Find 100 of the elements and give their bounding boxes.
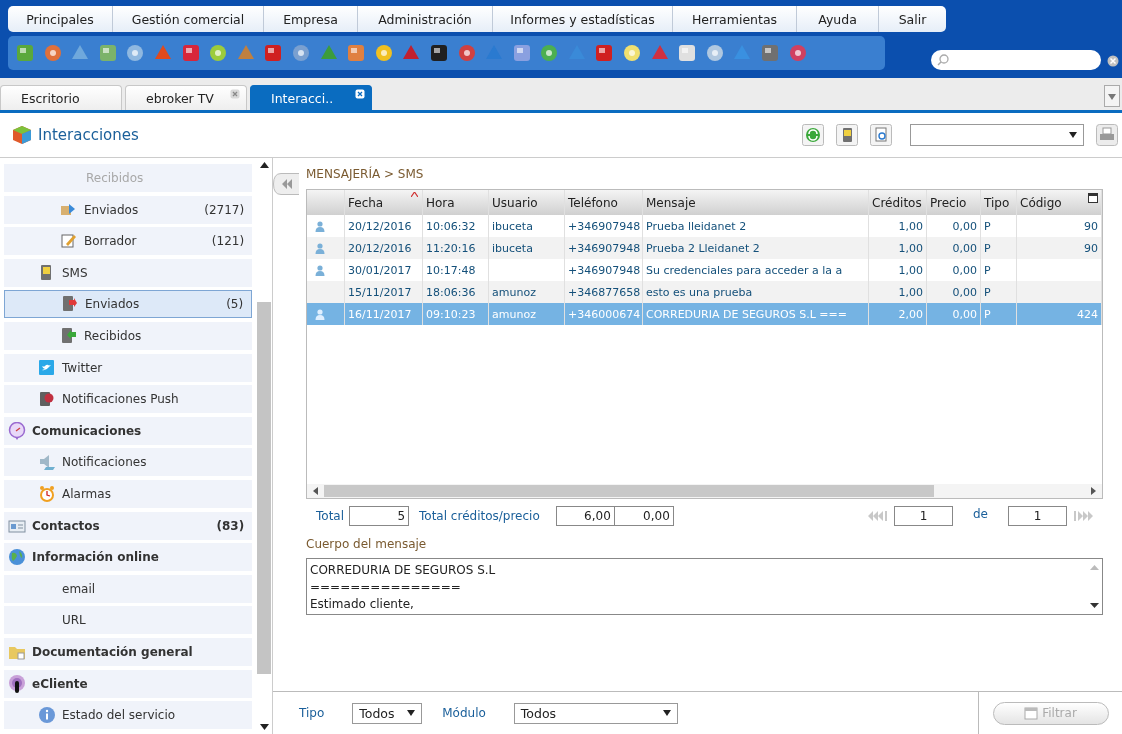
column-header[interactable]: Código bbox=[1017, 190, 1102, 215]
sidebar-item[interactable]: eCliente bbox=[4, 669, 253, 698]
table-cell: 09:10:23 bbox=[426, 307, 476, 321]
field-label: Cuerpo del mensaje bbox=[306, 537, 428, 551]
pencil-note-icon bbox=[60, 232, 78, 251]
scroll-thumb[interactable] bbox=[324, 485, 934, 497]
item-count: (2717) bbox=[204, 202, 245, 217]
refresh-button[interactable] bbox=[802, 124, 824, 146]
type-label: Tipo bbox=[299, 706, 325, 720]
last-page-icon[interactable] bbox=[1073, 511, 1093, 521]
page-field[interactable]: 1 bbox=[894, 506, 953, 526]
item-count: (121) bbox=[211, 234, 245, 249]
print-button[interactable] bbox=[1096, 124, 1118, 146]
table-cell: ibuceta bbox=[492, 219, 533, 233]
table-row[interactable]: 20/12/2016 11:20:16 ibuceta +346907948 Prueba 2 Lleidanet 2 1,00 0,00 P 90 bbox=[307, 237, 1102, 259]
close-icon[interactable] bbox=[230, 89, 240, 99]
close-icon[interactable] bbox=[355, 89, 365, 99]
table-cell: 2,00 bbox=[898, 307, 923, 321]
table-cell: P bbox=[984, 263, 991, 277]
caret-icon bbox=[662, 710, 671, 716]
menu-item[interactable]: Herramientas bbox=[673, 6, 797, 32]
table-cell: 0,00 bbox=[952, 263, 977, 277]
column-header[interactable]: Hora bbox=[423, 190, 489, 215]
type-dropdown[interactable]: Todos bbox=[352, 702, 423, 724]
clear-icon[interactable] bbox=[1107, 55, 1119, 67]
collapse-button[interactable] bbox=[273, 173, 299, 195]
menu-item[interactable]: Administración bbox=[358, 6, 493, 32]
menu-item[interactable]: Informes y estadísticas bbox=[493, 6, 673, 32]
search-field[interactable] bbox=[931, 50, 1101, 70]
sidebar-item[interactable]: Notificaciones bbox=[4, 448, 253, 477]
globe-icon bbox=[8, 548, 26, 567]
preview-button[interactable] bbox=[870, 124, 892, 146]
first-page-icon[interactable] bbox=[868, 511, 888, 521]
phone-arrow-icon bbox=[61, 295, 79, 314]
table-cell: 90 bbox=[1084, 219, 1098, 233]
table-cell: P bbox=[984, 285, 991, 299]
table-cell: +346907948 bbox=[568, 263, 641, 277]
sidebar-item[interactable]: Enviados (5) bbox=[4, 290, 253, 319]
broadcast-icon bbox=[8, 674, 26, 693]
sidebar-item[interactable]: URL bbox=[4, 606, 253, 635]
sidebar-item[interactable]: Contactos (83) bbox=[4, 511, 253, 540]
column-header[interactable]: Mensaje bbox=[643, 190, 869, 215]
column-header[interactable]: Fecha bbox=[345, 190, 423, 215]
sidebar-item[interactable]: Documentación general bbox=[4, 637, 253, 666]
caret-icon bbox=[1069, 132, 1077, 138]
scroll-thumb[interactable] bbox=[257, 302, 272, 674]
column-header[interactable]: Usuario bbox=[489, 190, 565, 215]
phone-button[interactable] bbox=[836, 124, 858, 146]
table-cell: esto es una prueba bbox=[646, 285, 753, 299]
price-field[interactable]: 0,00 bbox=[614, 506, 674, 526]
table-cell: 1,00 bbox=[898, 241, 923, 255]
table-row[interactable]: 15/11/2017 18:06:36 amunoz +346877658 esto es una prueba 1,00 0,00 P bbox=[307, 281, 1102, 303]
scroll-right-icon[interactable] bbox=[1091, 487, 1096, 495]
sidebar-item[interactable]: Borrador (121) bbox=[4, 227, 253, 256]
phone-arrow-icon bbox=[60, 326, 78, 345]
scroll-down-icon[interactable] bbox=[1089, 603, 1099, 608]
total-field[interactable]: 5 bbox=[349, 506, 410, 526]
sidebar-item[interactable]: Notificaciones Push bbox=[4, 385, 253, 414]
table-cell: +346877658 bbox=[568, 285, 641, 299]
column-header[interactable]: Créditos bbox=[869, 190, 927, 215]
table-cell: 20/12/2016 bbox=[348, 219, 412, 233]
sidebar-item[interactable]: Comunicaciones bbox=[4, 416, 253, 445]
column-header[interactable]: Teléfono bbox=[565, 190, 643, 215]
total-label: Total bbox=[316, 509, 345, 523]
dropdown[interactable] bbox=[910, 124, 1084, 146]
sidebar-item[interactable]: Alarmas bbox=[4, 479, 253, 508]
cube-icon bbox=[12, 125, 32, 145]
menu-item[interactable]: Principales bbox=[8, 6, 113, 32]
tab[interactable]: Escritorio bbox=[0, 85, 122, 110]
menu-item[interactable]: Ayuda bbox=[797, 6, 879, 32]
tab[interactable]: Interacci.. bbox=[250, 85, 372, 110]
table-cell: 30/01/2017 bbox=[348, 263, 412, 277]
scroll-down-icon[interactable] bbox=[259, 724, 269, 730]
sidebar-item[interactable]: Información online bbox=[4, 543, 253, 572]
menu-item[interactable]: Salir bbox=[879, 6, 946, 32]
menu-item[interactable]: Gestión comercial bbox=[113, 6, 264, 32]
tab[interactable]: ebroker TV bbox=[125, 85, 247, 110]
sidebar-item[interactable]: Recibidos bbox=[4, 321, 253, 350]
table-cell: 1,00 bbox=[898, 285, 923, 299]
scroll-left-icon[interactable] bbox=[313, 487, 318, 495]
column-menu-icon[interactable] bbox=[1088, 193, 1098, 203]
scrollbar[interactable] bbox=[307, 484, 1102, 498]
credits-field[interactable]: 6,00 bbox=[555, 506, 615, 526]
column-header[interactable]: Tipo bbox=[981, 190, 1017, 215]
page-count-field[interactable]: 1 bbox=[1008, 506, 1067, 526]
message-body-field[interactable]: CORREDURIA DE SEGUROS S.L =============== Estimado cliente, bbox=[306, 558, 1103, 615]
menu-item[interactable]: Empresa bbox=[264, 6, 358, 32]
module-dropdown[interactable]: Todos bbox=[513, 702, 678, 724]
sidebar-item[interactable]: Estado del servicio bbox=[4, 701, 253, 730]
scroll-up-icon[interactable] bbox=[259, 162, 269, 168]
sidebar-item[interactable]: Twitter bbox=[4, 353, 253, 382]
sidebar-item[interactable]: SMS bbox=[4, 258, 253, 287]
sidebar-item[interactable]: Enviados (2717) bbox=[4, 195, 253, 224]
calendar-icon bbox=[1024, 706, 1039, 720]
sidebar-item[interactable]: email bbox=[4, 574, 253, 603]
table-cell: 16/11/2017 bbox=[348, 307, 412, 321]
table-cell: P bbox=[984, 241, 991, 255]
bubble-icon bbox=[8, 421, 26, 440]
column-header[interactable]: Precio bbox=[927, 190, 981, 215]
table-cell: 18:06:36 bbox=[426, 285, 476, 299]
